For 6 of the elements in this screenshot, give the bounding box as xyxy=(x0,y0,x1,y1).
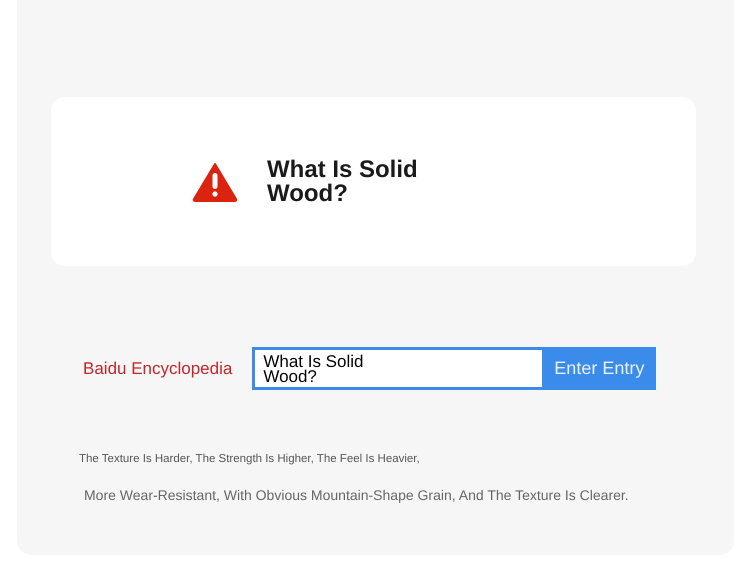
site-label: Baidu Encyclopedia xyxy=(83,358,232,380)
notice-title: What Is Solid Wood? xyxy=(267,158,419,206)
description-text: More Wear-Resistant, With Obvious Mountain-Shape Grain, And The Texture Is Clearer. xyxy=(84,486,629,505)
description-text: The Texture Is Harder, The Strength Is Higher, The Feel Is Heavier, xyxy=(79,452,420,467)
search-field[interactable]: What Is Solid Wood? xyxy=(252,347,542,390)
warning-icon xyxy=(192,162,238,202)
